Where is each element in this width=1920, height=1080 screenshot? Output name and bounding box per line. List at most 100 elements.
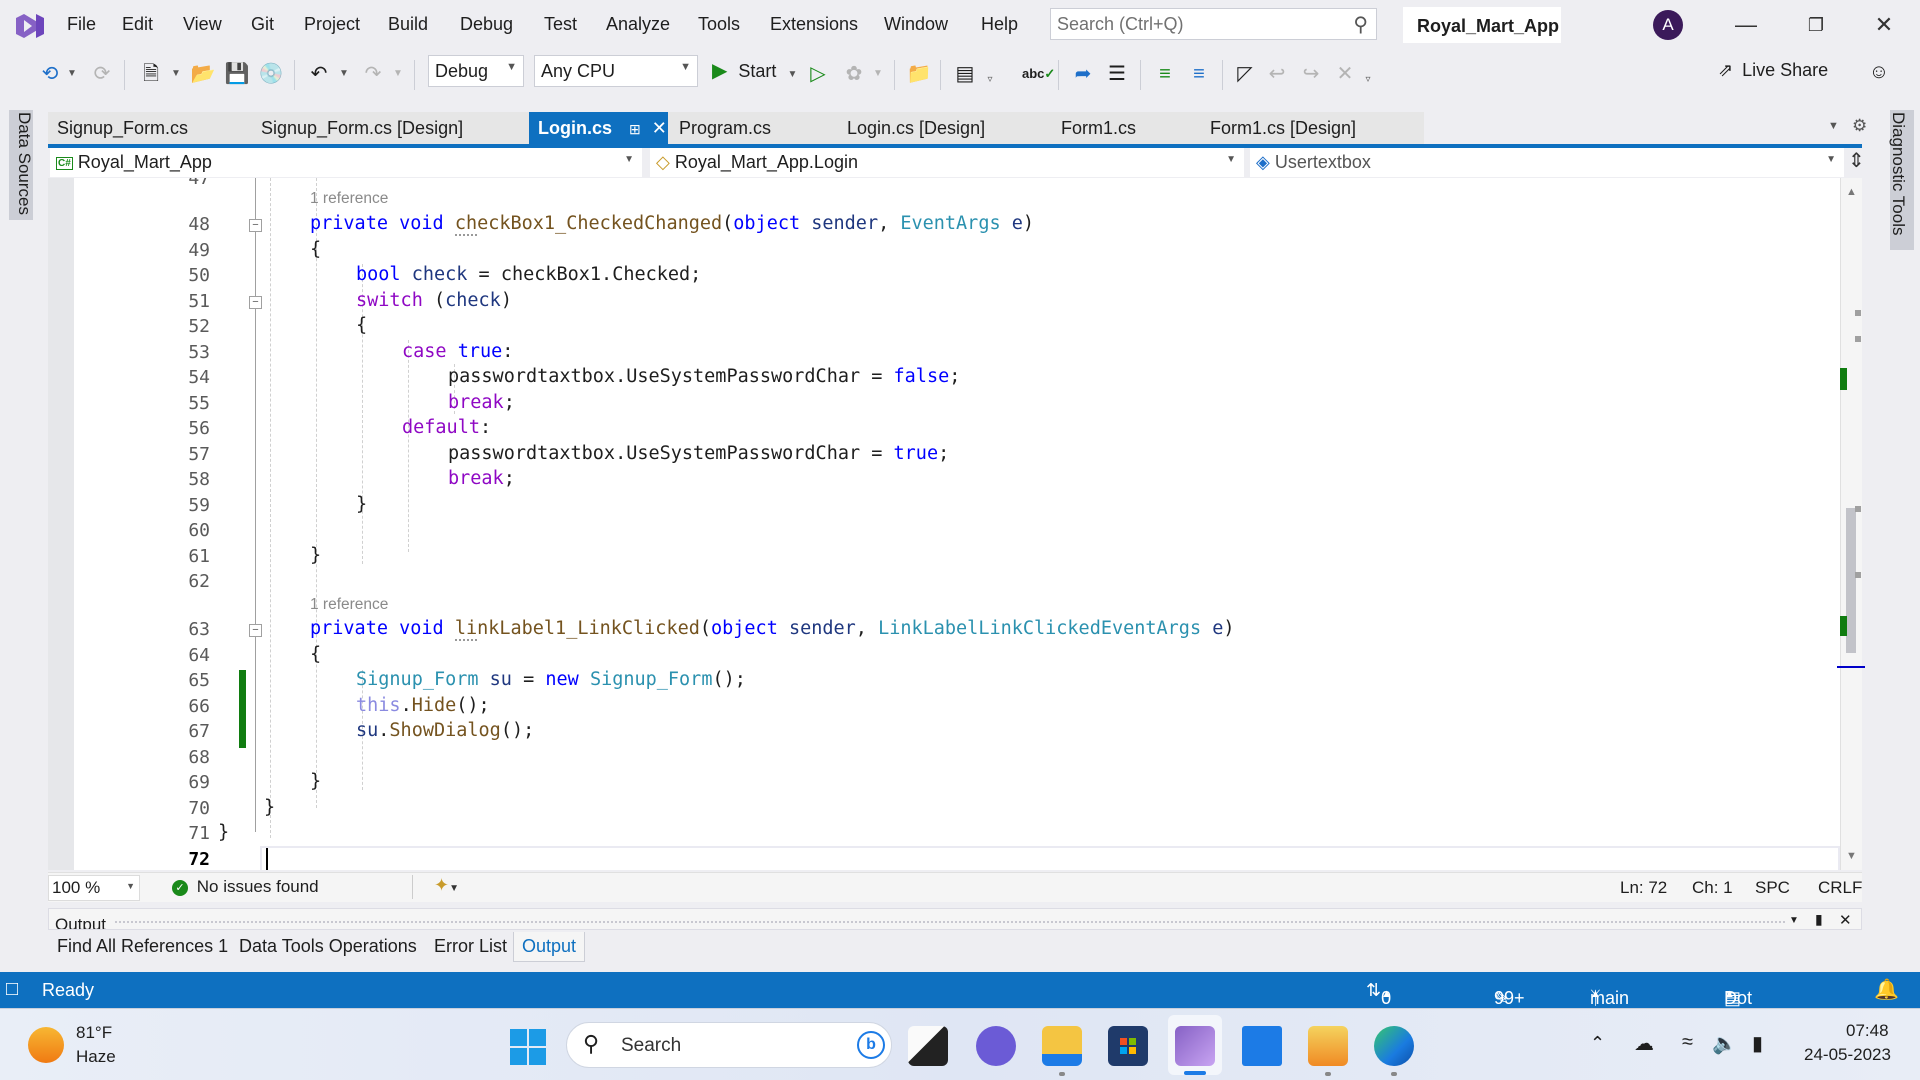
code-cleanup-icon[interactable]: ✦▼ xyxy=(434,875,459,896)
previous-bookmark-icon[interactable]: ↩ xyxy=(1264,60,1290,88)
menu-analyze[interactable]: Analyze xyxy=(606,14,670,35)
clock-date[interactable]: 24-05-2023 xyxy=(1804,1045,1891,1065)
save-all-icon[interactable]: 💿 xyxy=(256,60,286,88)
tab-login-design[interactable]: Login.cs [Design] xyxy=(838,112,994,145)
account-avatar[interactable]: A xyxy=(1653,10,1683,40)
comment-lines-icon[interactable]: ≡ xyxy=(1150,60,1180,88)
visual-studio-taskbar-icon[interactable] xyxy=(1175,1026,1215,1066)
app-icon[interactable] xyxy=(1242,1026,1282,1066)
hot-reload-icon[interactable]: ✿ xyxy=(842,60,866,88)
undo-dropdown-icon[interactable]: ▼ xyxy=(338,60,350,88)
close-tab-icon[interactable]: ✕ xyxy=(652,118,667,138)
pin-panel-icon[interactable]: ▮ xyxy=(1815,911,1823,928)
menu-test[interactable]: Test xyxy=(544,14,577,35)
tab-error-list[interactable]: Error List xyxy=(426,932,515,962)
menu-edit[interactable]: Edit xyxy=(122,14,153,35)
next-bookmark-icon[interactable]: ↪ xyxy=(1298,60,1324,88)
zoom-select[interactable]: 100 % ▼ xyxy=(48,875,140,901)
menu-project[interactable]: Project xyxy=(304,14,360,35)
undo-icon[interactable]: ↶ xyxy=(304,60,334,88)
tab-signup-form-cs[interactable]: Signup_Form.cs xyxy=(48,112,197,145)
volume-icon[interactable]: 🔈 xyxy=(1712,1031,1737,1056)
menu-view[interactable]: View xyxy=(183,14,222,35)
code-lens-references[interactable]: 1 reference xyxy=(310,190,388,208)
tab-form1-design[interactable]: Form1.cs [Design] xyxy=(1201,112,1365,145)
menu-build[interactable]: Build xyxy=(388,14,428,35)
layout-window-icon[interactable]: ▤ xyxy=(950,60,980,88)
collapse-icon[interactable]: − xyxy=(249,624,262,637)
settings-gear-icon[interactable]: ⚙ xyxy=(1852,116,1867,136)
spell-check-icon[interactable]: abc✓ xyxy=(1022,60,1055,88)
vertical-scrollbar[interactable]: ▲ ▼ xyxy=(1837,178,1865,870)
feedback-icon[interactable]: ☺ xyxy=(1864,58,1894,86)
search-input[interactable]: Search (Ctrl+Q) ⚲ xyxy=(1050,8,1377,40)
new-dropdown-icon[interactable]: ▼ xyxy=(170,60,182,88)
code-editor[interactable]: 47 48 49 50 51 52 53 54 55 56 57 58 59 6… xyxy=(48,178,1840,870)
onedrive-cloud-icon[interactable]: ☁ xyxy=(1634,1031,1654,1056)
whitespace-indicator[interactable]: SPC xyxy=(1755,878,1790,898)
column-indicator[interactable]: Ch: 1 xyxy=(1692,878,1733,898)
member-dropdown[interactable]: ◈ Usertextbox ▼ xyxy=(1250,148,1844,177)
menu-window[interactable]: Window xyxy=(884,14,948,35)
drag-grip[interactable] xyxy=(115,921,1785,925)
diagnostic-tools-label[interactable]: Diagnostic Tools xyxy=(1888,112,1908,235)
tab-signup-form-design[interactable]: Signup_Form.cs [Design] xyxy=(252,112,472,145)
code-lens-references[interactable]: 1 reference xyxy=(310,596,388,614)
sync-status[interactable]: ⇅ 0 / 0 ▲ xyxy=(1366,980,1392,1050)
clock-time[interactable]: 07:48 xyxy=(1846,1021,1889,1041)
tab-output[interactable]: Output xyxy=(513,932,586,962)
save-icon[interactable]: 💾 xyxy=(222,60,252,88)
solution-configuration-select[interactable]: Debug ▼ xyxy=(428,55,524,87)
tab-login-cs[interactable]: Login.cs ⊞ ✕ xyxy=(529,112,668,145)
edge-browser-icon[interactable] xyxy=(1374,1026,1414,1066)
toolbar-overflow-icon[interactable]: ▿ xyxy=(984,66,996,94)
weather-description[interactable]: Haze xyxy=(76,1047,116,1067)
back-dropdown-icon[interactable]: ▼ xyxy=(66,60,78,88)
hot-reload-dropdown-icon[interactable]: ▼ xyxy=(872,60,884,88)
tab-list-dropdown-icon[interactable]: ▼ xyxy=(1828,120,1839,132)
data-sources-label[interactable]: Data Sources xyxy=(14,112,34,215)
live-share-button[interactable]: ⇗ Live Share xyxy=(1718,60,1828,81)
weather-haze-icon[interactable] xyxy=(28,1027,64,1063)
tab-program-cs[interactable]: Program.cs xyxy=(670,112,780,145)
project-dropdown[interactable]: C# Royal_Mart_App ▼ xyxy=(50,148,642,177)
wifi-icon[interactable]: ≈ xyxy=(1682,1031,1693,1054)
clear-bookmarks-icon[interactable]: ✕ xyxy=(1332,60,1358,88)
taskbar-search-box[interactable]: ⚲ Search b xyxy=(566,1022,892,1068)
toolbar-overflow-icon[interactable]: ▿ xyxy=(1362,66,1374,94)
menu-file[interactable]: File xyxy=(67,14,96,35)
close-window-button[interactable]: ✕ xyxy=(1864,8,1904,42)
start-debugging-button[interactable]: ▶ Start ▼ xyxy=(712,58,797,83)
tab-form1-cs[interactable]: Form1.cs xyxy=(1052,112,1145,145)
close-panel-icon[interactable]: ✕ xyxy=(1839,911,1852,929)
navigate-forward-icon[interactable]: ⟳ xyxy=(88,60,116,88)
bookmark-icon[interactable]: ◸ xyxy=(1232,60,1258,88)
sql-tools-icon[interactable] xyxy=(1308,1026,1348,1066)
menu-extensions[interactable]: Extensions xyxy=(770,14,858,35)
split-window-icon[interactable]: ⇕ xyxy=(1848,148,1865,173)
teams-chat-icon[interactable] xyxy=(976,1026,1016,1066)
class-dropdown[interactable]: ◇ Royal_Mart_App.Login ▼ xyxy=(650,148,1244,177)
file-explorer-icon[interactable] xyxy=(1042,1026,1082,1066)
uncomment-lines-icon[interactable]: ≡ xyxy=(1184,60,1214,88)
scrollbar-thumb[interactable] xyxy=(1846,508,1856,653)
menu-debug[interactable]: Debug xyxy=(460,14,513,35)
file-structure-icon[interactable]: ☰ xyxy=(1102,60,1132,88)
new-project-icon[interactable]: 🗎 xyxy=(136,60,166,88)
select-element-icon[interactable]: ➦ xyxy=(1068,60,1098,88)
panel-options-icon[interactable]: ▼ xyxy=(1789,915,1799,926)
microsoft-store-icon[interactable] xyxy=(1108,1026,1148,1066)
notifications-bell-icon[interactable]: 🔔 xyxy=(1874,977,1899,1002)
battery-charging-icon[interactable]: ▮ xyxy=(1752,1031,1763,1056)
solution-platform-select[interactable]: Any CPU ▼ xyxy=(534,55,698,87)
menu-git[interactable]: Git xyxy=(251,14,274,35)
pin-icon[interactable]: ⊞ xyxy=(629,121,641,137)
restore-button[interactable]: ❐ xyxy=(1796,8,1836,42)
line-indicator[interactable]: Ln: 72 xyxy=(1620,878,1667,898)
windows-start-icon[interactable] xyxy=(510,1029,546,1065)
issues-indicator[interactable]: ✓ No issues found xyxy=(172,877,319,897)
task-view-icon[interactable] xyxy=(908,1026,948,1066)
find-in-files-icon[interactable]: 📁 xyxy=(904,60,934,88)
weather-temperature[interactable]: 81°F xyxy=(76,1023,112,1043)
redo-icon[interactable]: ↷ xyxy=(358,60,388,88)
